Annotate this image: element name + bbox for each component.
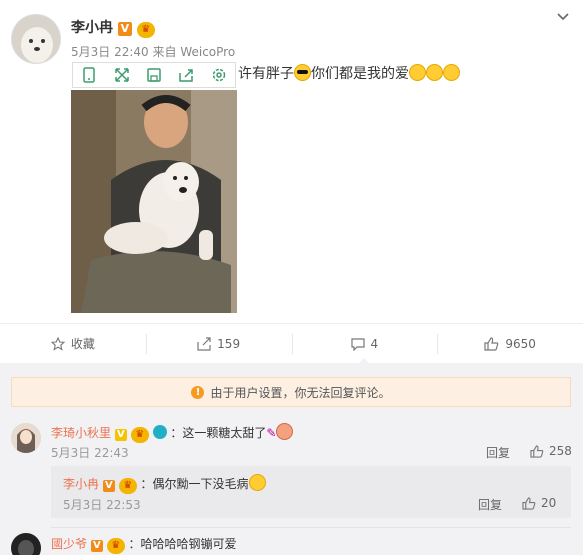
favorite-label: 收藏 [70,337,95,351]
comment-line: 國少爷 V ♛ ：哈哈哈哈钢镚可爱 [51,535,237,554]
reply-like-button[interactable]: 20 [522,496,556,510]
reply-line: 李小冉 V ♛ ：偶尔黝一下没毛病 [63,474,266,494]
comment-icon [350,337,365,351]
reply-reply-button[interactable]: 回复 [478,496,502,513]
post-text-visible: 许有胖子 [238,66,294,82]
post-text: 许有胖子 你们都是我的爱 [238,63,460,83]
warning-icon: ! [191,385,205,399]
star-icon [50,336,65,351]
comment-divider [51,527,571,528]
forward-count: 159 [217,336,241,351]
comment-text: ：这一颗糖太甜了 [170,426,267,440]
reply-like-count: 20 [541,496,557,510]
action-bar: 收藏 159 4 9650 [0,323,583,364]
tongue-emoji-icon [248,474,266,491]
save-icon[interactable] [143,65,165,85]
post-source[interactable]: 来自 WeicoPro [153,45,236,59]
comment-time: 5月3日 22:43 [51,446,129,460]
forward-button[interactable]: 159 [145,324,292,363]
like-count: 9650 [505,336,536,351]
member-badge-icon: ♛ [136,22,155,38]
favorite-button[interactable]: 收藏 [0,324,146,363]
author-avatar[interactable] [11,14,61,64]
phone-view-icon[interactable] [78,65,100,85]
member-badge-icon: ♛ [118,478,137,494]
post-text-after: 你们都是我的爱 [311,66,409,82]
pencil-emoji-icon: ✎ [266,426,277,440]
share-icon[interactable] [175,65,197,85]
commenter-name[interactable]: 國少爷 [51,537,87,551]
commenter-avatar[interactable] [11,533,41,555]
author-name-row: 李小冉 V ♛ [71,17,155,38]
grin-emoji-icon [426,64,443,81]
notice-text: 由于用户设置，你无法回复评论。 [210,385,391,400]
commenter-avatar[interactable] [11,423,41,453]
grin-emoji-icon [409,64,426,81]
verified-badge: V [114,429,127,441]
comment-count: 4 [370,336,379,351]
camera-badge-icon [152,425,167,439]
commenter-name[interactable]: 李琦小秋里 [51,426,111,440]
thumbs-up-icon [484,336,499,351]
verified-badge: V [117,22,132,36]
comment-reply-button[interactable]: 回复 [486,444,510,461]
thumbs-up-icon [522,496,536,510]
face-emoji-icon [276,423,294,440]
author-name[interactable]: 李小冉 [71,20,113,36]
comment-like-count: 258 [549,444,572,458]
comment-like-button[interactable]: 258 [530,444,572,458]
thumbs-up-icon [530,444,544,458]
member-badge-icon: ♛ [130,427,149,443]
post-date[interactable]: 5月3日 22:40 [71,45,149,59]
chevron-down-icon[interactable] [556,10,570,24]
reply-restricted-notice: ! 由于用户设置，你无法回复评论。 [11,377,571,407]
forward-icon [197,336,211,351]
reply-time: 5月3日 22:53 [63,498,141,512]
comment-button[interactable]: 4 [291,324,438,364]
settings-icon[interactable] [208,65,230,85]
reply-text: ：偶尔黝一下没毛病 [140,477,249,491]
post-meta: 5月3日 22:40 来自 WeicoPro [71,43,235,60]
media-toolbar [72,62,236,88]
post-photo[interactable] [71,90,237,313]
verified-badge: V [90,540,103,552]
tongue-emoji-icon [443,64,460,81]
reply-author-name[interactable]: 李小冉 [63,477,99,491]
comment-text: ：哈哈哈哈钢镚可爱 [128,537,237,551]
verified-badge: V [102,480,115,492]
expand-icon[interactable] [111,65,133,85]
like-button[interactable]: 9650 [437,324,583,363]
cool-emoji-icon [294,64,311,81]
member-badge-icon: ♛ [106,538,125,554]
comment-line: 李琦小秋里 V ♛ ：这一颗糖太甜了✎ [51,423,294,443]
